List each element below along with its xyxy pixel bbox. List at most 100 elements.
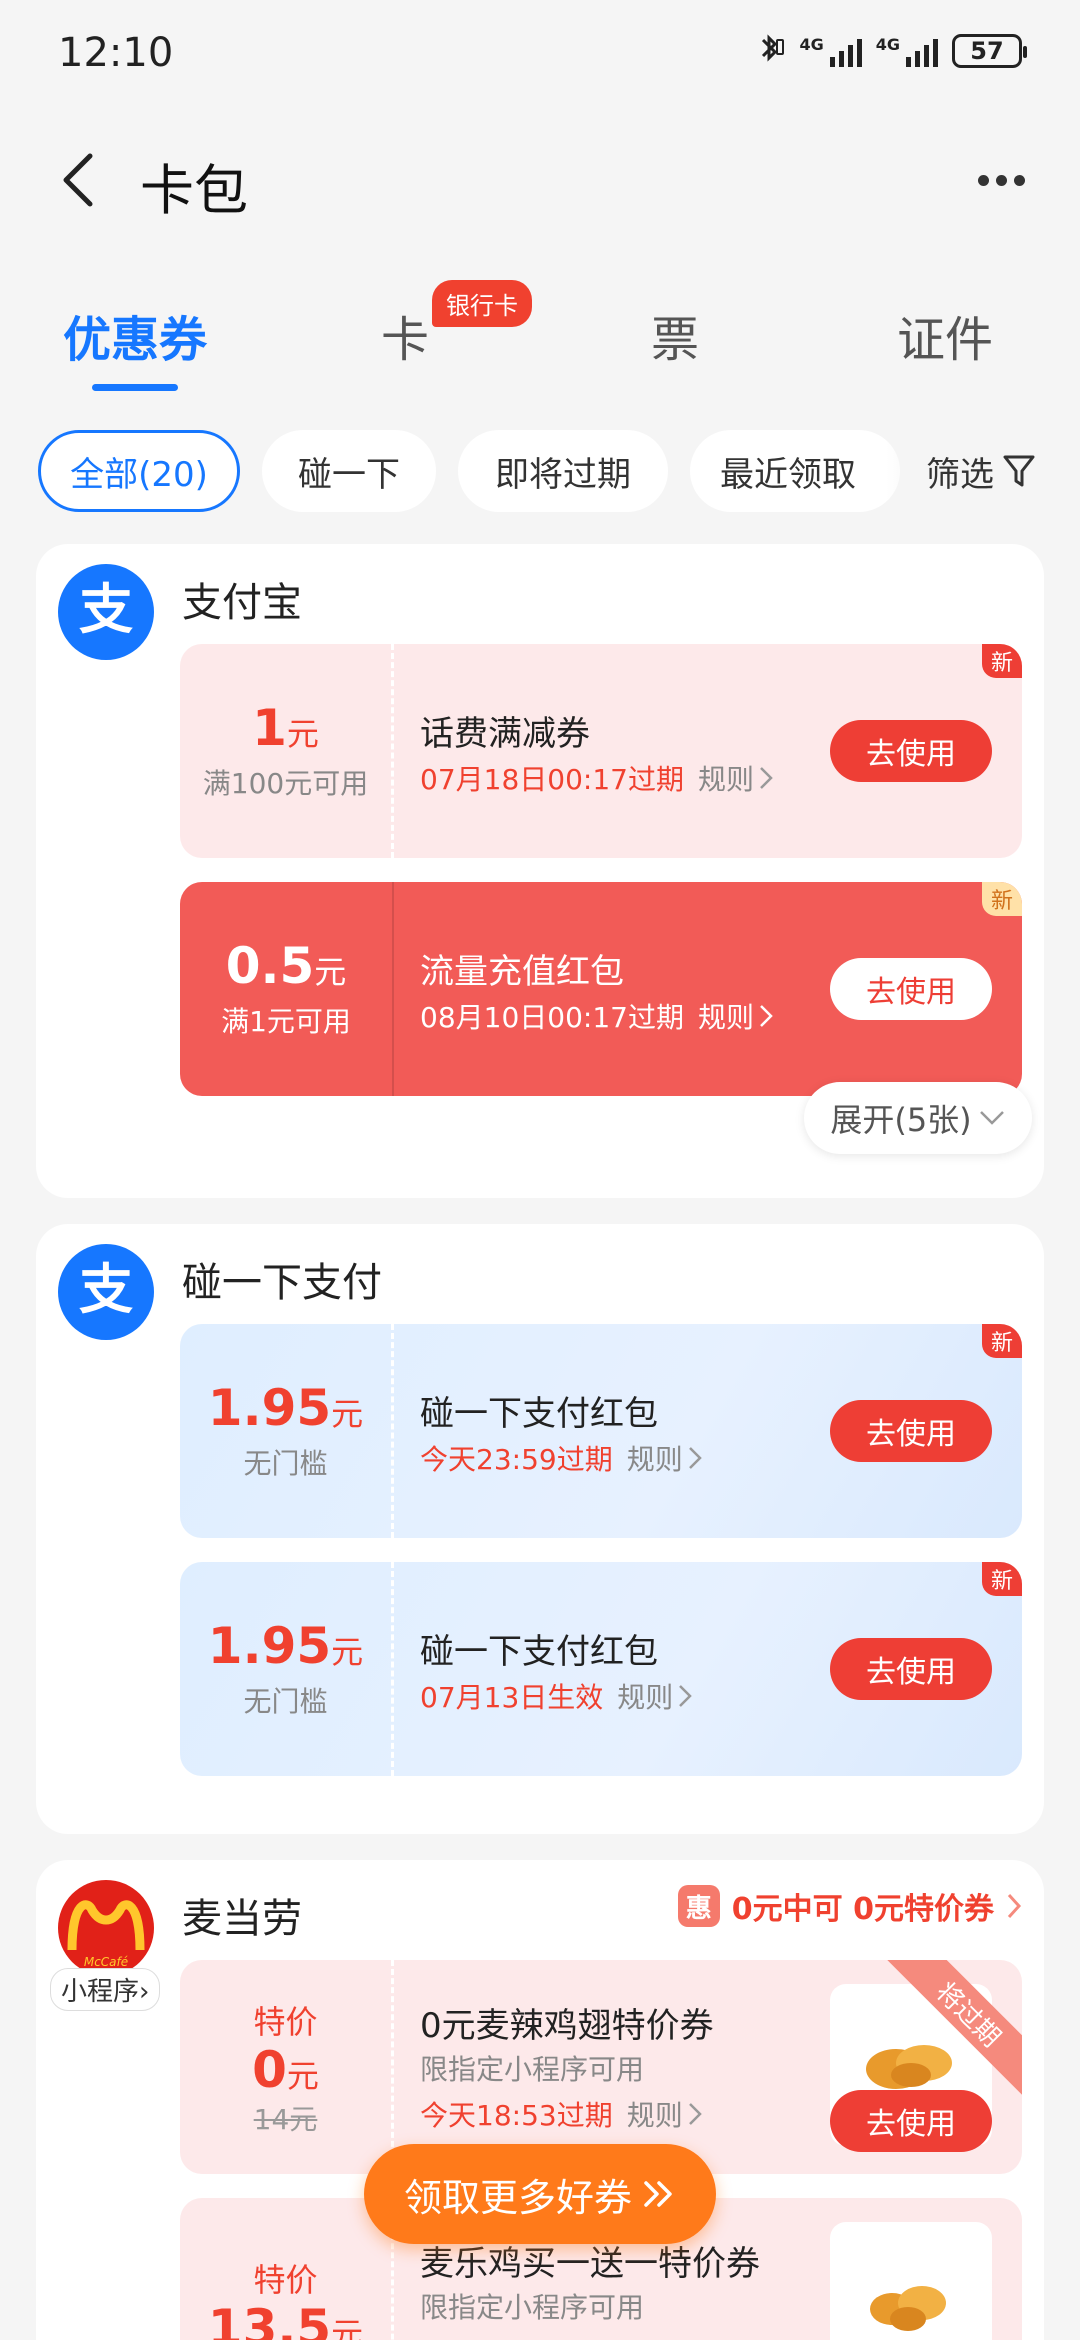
more-dot-icon bbox=[995, 174, 1007, 186]
coupon-amount: 13.5元 bbox=[207, 2298, 364, 2340]
more-options-button[interactable] bbox=[966, 150, 1036, 210]
use-button[interactable]: 去使用 bbox=[830, 958, 992, 1020]
coupon-amount: 1.95元 bbox=[207, 1378, 364, 1437]
coupon-info: 流量充值红包 08月10日00:17过期 规则 去使用 bbox=[394, 882, 1022, 1096]
coupon-amount-block: 特价 0元 14元 bbox=[180, 1960, 394, 2174]
new-tag: 新 bbox=[982, 1562, 1022, 1596]
chevron-right-icon bbox=[760, 1005, 773, 1027]
alipay-icon: 支 bbox=[79, 578, 133, 641]
coupon-expiry: 07月13日生效 规则 bbox=[420, 1676, 693, 1716]
rule-link[interactable]: 规则 bbox=[627, 2094, 703, 2134]
active-tab-indicator bbox=[92, 384, 178, 391]
use-button[interactable]: 去使用 bbox=[830, 720, 992, 782]
signal-icon-2: 4G bbox=[876, 35, 938, 67]
chip-recent[interactable]: 最近领取 bbox=[690, 430, 900, 512]
coupon-amount-block: 1.95元 无门槛 bbox=[180, 1562, 394, 1776]
back-button[interactable] bbox=[52, 150, 112, 210]
expand-label: 展开(5张) bbox=[830, 1101, 972, 1139]
coupon-title: 碰一下支付红包 bbox=[420, 1394, 658, 1434]
coupon-title: 流量充值红包 bbox=[420, 952, 624, 992]
use-button[interactable]: 去使用 bbox=[830, 1400, 992, 1462]
brand-name: 麦当劳 bbox=[182, 1896, 302, 1942]
more-dot-icon bbox=[977, 174, 989, 186]
promo-link[interactable]: 惠 0元中可 0元特价券 bbox=[677, 1884, 1022, 1928]
coupon-card[interactable]: 1.95元 无门槛 碰一下支付红包 今天23:59过期 规则 去使用 新 bbox=[180, 1324, 1022, 1538]
coupon-amount: 0.5元 bbox=[225, 936, 347, 995]
coupon-amount: 1.95元 bbox=[207, 1616, 364, 1675]
svg-text:McCafé: McCafé bbox=[84, 1955, 128, 1969]
coupon-card[interactable]: 1.95元 无门槛 碰一下支付红包 07月13日生效 规则 去使用 新 bbox=[180, 1562, 1022, 1776]
chevron-right-icon bbox=[1007, 1893, 1022, 1919]
get-more-coupons-button[interactable]: 领取更多好券 bbox=[364, 2144, 716, 2244]
golden-arches-icon: McCafé bbox=[67, 1900, 145, 1969]
mini-program-tag[interactable]: 小程序› bbox=[50, 1968, 161, 2011]
coupon-amount: 0元 bbox=[252, 2040, 319, 2099]
chevron-down-icon bbox=[979, 1111, 1004, 1125]
coupon-card[interactable]: 1元 满100元可用 话费满减券 07月18日00:17过期 规则 去使用 新 bbox=[180, 644, 1022, 858]
mcdonalds-logo: McCafé bbox=[58, 1880, 154, 1976]
chevron-right-icon bbox=[688, 2103, 702, 2125]
coupon-condition: 无门槛 bbox=[243, 1684, 328, 1718]
coupon-expiry: 今天18:53过期 规则 bbox=[420, 2094, 703, 2134]
brand-name: 支付宝 bbox=[182, 580, 302, 626]
original-price: 14元 bbox=[253, 2102, 318, 2136]
coupon-info: 话费满减券 07月18日00:17过期 规则 去使用 bbox=[394, 644, 1022, 858]
special-price-label: 特价 bbox=[253, 2260, 318, 2299]
chip-tap[interactable]: 碰一下 bbox=[262, 430, 436, 512]
coupon-title: 碰一下支付红包 bbox=[420, 1632, 658, 1672]
rule-link[interactable]: 规则 bbox=[627, 1438, 703, 1478]
funnel-icon bbox=[1003, 455, 1035, 487]
coupon-amount-block: 特价 13.5元 bbox=[180, 2198, 394, 2340]
bluetooth-icon bbox=[755, 32, 785, 70]
rule-link[interactable]: 规则 bbox=[698, 996, 774, 1036]
expand-button[interactable]: 展开(5张) bbox=[804, 1082, 1032, 1154]
discount-badge-icon: 惠 bbox=[677, 1885, 720, 1927]
status-icons: 4G 4G 57 bbox=[755, 32, 1027, 70]
rule-link[interactable]: 规则 bbox=[698, 758, 774, 798]
status-time: 12:10 bbox=[58, 30, 174, 76]
coupon-title: 话费满减券 bbox=[420, 714, 590, 754]
chip-expiring[interactable]: 即将过期 bbox=[458, 430, 668, 512]
rule-link[interactable]: 规则 bbox=[617, 1676, 693, 1716]
brand-card-mcdonalds: McCafé 小程序› 麦当劳 惠 0元中可 0元特价券 特价 0元 14元 0… bbox=[36, 1860, 1044, 2340]
chevron-right-icon bbox=[688, 1447, 702, 1469]
top-bar: 卡包 bbox=[0, 130, 1080, 230]
tab-coupons[interactable]: 优惠券 bbox=[35, 300, 235, 370]
chip-all[interactable]: 全部(20) bbox=[38, 430, 240, 512]
coupon-amount-block: 1元 满100元可用 bbox=[180, 644, 394, 858]
coupon-scope: 限指定小程序可用 bbox=[420, 2053, 645, 2086]
coupon-condition: 无门槛 bbox=[243, 1446, 328, 1480]
svg-text:支: 支 bbox=[79, 578, 133, 641]
coupon-card[interactable]: 特价 0元 14元 0元麦辣鸡翅特价券 限指定小程序可用 今天18:53过期 规… bbox=[180, 1960, 1022, 2174]
bank-card-badge: 银行卡 bbox=[432, 280, 532, 327]
tab-certificates[interactable]: 证件 bbox=[845, 300, 1045, 370]
alipay-icon: 支 bbox=[79, 1258, 133, 1321]
coupon-expiry: 今天23:59过期 规则 bbox=[420, 1438, 703, 1478]
chevron-right-icon bbox=[760, 767, 773, 789]
get-more-coupons-label: 领取更多好券 bbox=[403, 2175, 632, 2220]
coupon-title: 0元麦辣鸡翅特价券 bbox=[420, 2006, 714, 2046]
use-button[interactable]: 去使用 bbox=[830, 2090, 992, 2152]
brand-card-tap-pay: 支 碰一下支付 1.95元 无门槛 碰一下支付红包 今天23:59过期 规则 去… bbox=[36, 1224, 1044, 1834]
chicken-nuggets-image bbox=[830, 2222, 992, 2340]
coupon-condition: 满1元可用 bbox=[221, 1004, 351, 1038]
coupon-expiry: 08月10日00:17过期 规则 bbox=[420, 996, 774, 1036]
filter-row: 全部(20) 碰一下 即将过期 最近领取 筛选 bbox=[0, 430, 1080, 512]
new-tag: 新 bbox=[982, 644, 1022, 678]
page-title: 卡包 bbox=[140, 159, 248, 222]
filter-label: 筛选 bbox=[926, 454, 994, 495]
new-tag: 新 bbox=[982, 882, 1022, 916]
use-button[interactable]: 去使用 bbox=[830, 1638, 992, 1700]
brand-name: 碰一下支付 bbox=[182, 1260, 382, 1306]
coupon-info: 碰一下支付红包 今天23:59过期 规则 去使用 bbox=[394, 1324, 1022, 1538]
tab-bar: 优惠券 卡 票 证件 银行卡 bbox=[0, 280, 1080, 400]
tab-tickets[interactable]: 票 bbox=[575, 300, 775, 370]
status-bar: 12:10 4G 4G 57 bbox=[0, 0, 1080, 110]
coupon-condition: 满100元可用 bbox=[202, 766, 369, 800]
filter-button[interactable]: 筛选 bbox=[886, 430, 1036, 512]
coupon-card[interactable]: 0.5元 满1元可用 流量充值红包 08月10日00:17过期 规则 去使用 新 bbox=[180, 882, 1022, 1096]
coupon-amount-block: 1.95元 无门槛 bbox=[180, 1324, 394, 1538]
chicken-nugget-icon bbox=[870, 2286, 946, 2331]
coupon-scope: 限指定小程序可用 bbox=[420, 2291, 645, 2324]
battery-icon: 57 bbox=[952, 34, 1027, 68]
